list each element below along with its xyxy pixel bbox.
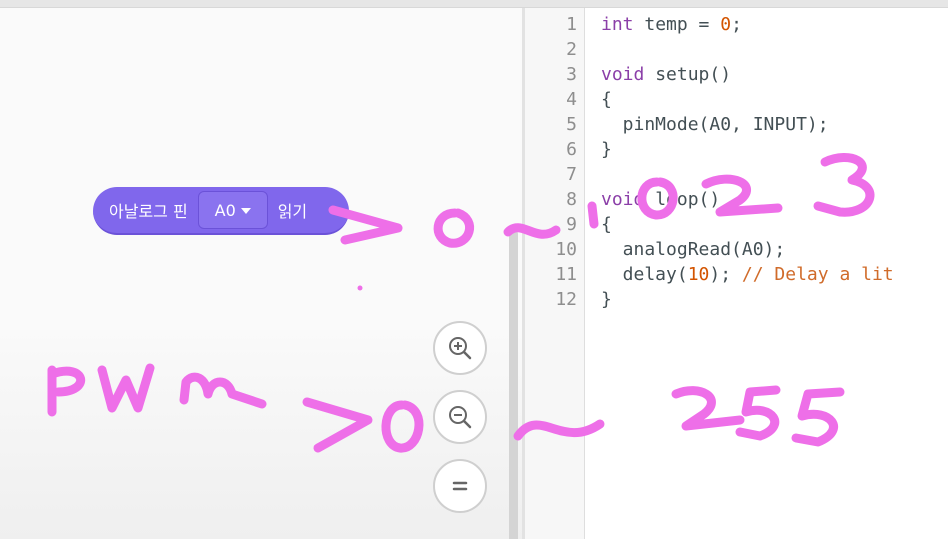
caret-down-icon	[240, 208, 251, 214]
line-number: 2	[566, 39, 577, 60]
line-number: 12	[555, 289, 577, 310]
pin-dropdown-value: A0	[214, 200, 236, 220]
pin-dropdown[interactable]: A0	[197, 191, 268, 229]
zoom-out-icon	[449, 406, 472, 429]
top-border	[0, 0, 948, 8]
code-text[interactable]: {	[601, 87, 612, 112]
code-text[interactable]: pinMode(A0, INPUT);	[601, 112, 829, 137]
code-line[interactable]: 5 pinMode(A0, INPUT);	[525, 112, 948, 137]
code-text[interactable]: int temp = 0;	[601, 12, 742, 37]
zoom-in-icon	[449, 337, 472, 360]
code-line[interactable]: 2	[525, 37, 948, 62]
code-line[interactable]: 4{	[525, 87, 948, 112]
code-text[interactable]: {	[601, 212, 612, 237]
zoom-out-button[interactable]	[433, 390, 487, 444]
code-editor[interactable]: 1 int temp = 0; 2 3 void setup() 4{5 pinMode(…	[525, 8, 948, 539]
code-line[interactable]: 1 int temp = 0;	[525, 12, 948, 37]
line-number: 10	[555, 239, 577, 260]
code-line[interactable]: 9{	[525, 212, 948, 237]
code-line[interactable]: 7	[525, 162, 948, 187]
block-label-right: 읽기	[277, 202, 308, 221]
code-text[interactable]: }	[601, 137, 612, 162]
line-number: 8	[566, 189, 577, 210]
code-line[interactable]: 11 delay(10); // Delay a lit	[525, 262, 948, 287]
zoom-reset-button[interactable]	[433, 459, 487, 513]
code-text[interactable]: }	[601, 287, 612, 312]
code-line[interactable]: 10 analogRead(A0);	[525, 237, 948, 262]
code-text[interactable]: delay(10); // Delay a lit	[601, 262, 894, 287]
line-number: 6	[566, 139, 577, 160]
workspace-scrollbar[interactable]	[509, 230, 518, 539]
code-text[interactable]: void loop()	[601, 187, 720, 212]
code-text[interactable]: analogRead(A0);	[601, 237, 786, 262]
code-line[interactable]: 3 void setup()	[525, 62, 948, 87]
line-number: 3	[566, 64, 577, 85]
block-workspace[interactable]	[0, 8, 522, 539]
code-line[interactable]: 6}	[525, 137, 948, 162]
code-line[interactable]: 8 void loop()	[525, 187, 948, 212]
zoom-in-button[interactable]	[433, 321, 487, 375]
line-number: 1	[566, 14, 577, 35]
line-number: 5	[566, 114, 577, 135]
code-line[interactable]: 12}	[525, 287, 948, 312]
line-number: 11	[555, 264, 577, 285]
line-number: 4	[566, 89, 577, 110]
equals-icon	[452, 481, 468, 491]
analog-read-block[interactable]: 아날로그 핀 A0 읽기	[93, 187, 349, 235]
code-text[interactable]: void setup()	[601, 62, 731, 87]
block-label-left: 아날로그 핀	[109, 202, 188, 221]
line-number: 9	[566, 214, 577, 235]
line-number: 7	[566, 164, 577, 185]
